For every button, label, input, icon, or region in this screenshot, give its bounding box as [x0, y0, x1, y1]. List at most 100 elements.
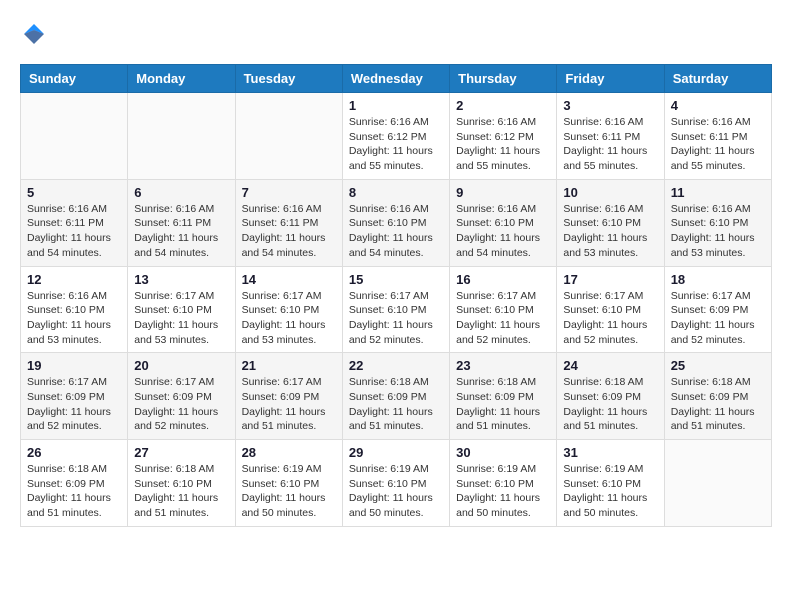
calendar-cell: 29 Sunrise: 6:19 AMSunset: 6:10 PMDayligh… — [342, 440, 449, 527]
calendar-cell: 8 Sunrise: 6:16 AMSunset: 6:10 PMDaylight… — [342, 179, 449, 266]
day-number: 10 — [563, 185, 657, 200]
day-number: 13 — [134, 272, 228, 287]
day-info: Sunrise: 6:16 AMSunset: 6:10 PMDaylight:… — [671, 202, 765, 261]
day-info: Sunrise: 6:17 AMSunset: 6:10 PMDaylight:… — [242, 289, 336, 348]
day-number: 7 — [242, 185, 336, 200]
day-number: 11 — [671, 185, 765, 200]
weekday-header-row: SundayMondayTuesdayWednesdayThursdayFrid… — [21, 65, 772, 93]
calendar-week-row: 1Sunrise: 6:16 AMSunset: 6:12 PMDaylight… — [21, 93, 772, 180]
day-info: Sunrise: 6:16 AMSunset: 6:11 PMDaylight:… — [563, 115, 657, 174]
calendar-cell — [664, 440, 771, 527]
day-info: Sunrise: 6:16 AMSunset: 6:12 PMDaylight:… — [349, 115, 443, 174]
calendar-cell: 17 Sunrise: 6:17 AMSunset: 6:10 PMDayligh… — [557, 266, 664, 353]
day-number: 8 — [349, 185, 443, 200]
day-info: Sunrise: 6:16 AMSunset: 6:11 PMDaylight:… — [134, 202, 228, 261]
day-info: Sunrise: 6:16 AMSunset: 6:10 PMDaylight:… — [563, 202, 657, 261]
day-info: Sunrise: 6:18 AMSunset: 6:09 PMDaylight:… — [349, 375, 443, 434]
day-number: 28 — [242, 445, 336, 460]
calendar-cell: 21Sunrise: 6:17 AMSunset: 6:09 PMDayligh… — [235, 353, 342, 440]
day-number: 15 — [349, 272, 443, 287]
day-number: 5 — [27, 185, 121, 200]
day-number: 21 — [242, 358, 336, 373]
day-info: Sunrise: 6:18 AMSunset: 6:09 PMDaylight:… — [27, 462, 121, 521]
calendar-cell: 16Sunrise: 6:17 AMSunset: 6:10 PMDayligh… — [450, 266, 557, 353]
calendar-cell — [128, 93, 235, 180]
day-info: Sunrise: 6:16 AMSunset: 6:11 PMDaylight:… — [242, 202, 336, 261]
day-number: 19 — [27, 358, 121, 373]
day-info: Sunrise: 6:17 AMSunset: 6:10 PMDaylight:… — [456, 289, 550, 348]
day-info: Sunrise: 6:19 AMSunset: 6:10 PMDaylight:… — [242, 462, 336, 521]
day-number: 6 — [134, 185, 228, 200]
weekday-header: Sunday — [21, 65, 128, 93]
calendar-cell: 13 Sunrise: 6:17 AMSunset: 6:10 PMDayligh… — [128, 266, 235, 353]
day-info: Sunrise: 6:17 AMSunset: 6:10 PMDaylight:… — [563, 289, 657, 348]
day-number: 31 — [563, 445, 657, 460]
day-number: 20 — [134, 358, 228, 373]
calendar-cell: 5 Sunrise: 6:16 AMSunset: 6:11 PMDaylight… — [21, 179, 128, 266]
calendar-cell: 12 Sunrise: 6:16 AMSunset: 6:10 PMDayligh… — [21, 266, 128, 353]
calendar-week-row: 26 Sunrise: 6:18 AMSunset: 6:09 PMDayligh… — [21, 440, 772, 527]
day-info: Sunrise: 6:17 AMSunset: 6:09 PMDaylight:… — [671, 289, 765, 348]
day-info: Sunrise: 6:16 AMSunset: 6:11 PMDaylight:… — [27, 202, 121, 261]
day-info: Sunrise: 6:18 AMSunset: 6:09 PMDaylight:… — [563, 375, 657, 434]
calendar-cell: 20 Sunrise: 6:17 AMSunset: 6:09 PMDayligh… — [128, 353, 235, 440]
calendar-cell: 4 Sunrise: 6:16 AMSunset: 6:11 PMDaylight… — [664, 93, 771, 180]
day-info: Sunrise: 6:19 AMSunset: 6:10 PMDaylight:… — [456, 462, 550, 521]
weekday-header: Tuesday — [235, 65, 342, 93]
page-header — [20, 20, 772, 48]
day-number: 4 — [671, 98, 765, 113]
day-info: Sunrise: 6:16 AMSunset: 6:10 PMDaylight:… — [27, 289, 121, 348]
calendar-cell: 6 Sunrise: 6:16 AMSunset: 6:11 PMDaylight… — [128, 179, 235, 266]
calendar-cell: 2 Sunrise: 6:16 AMSunset: 6:12 PMDaylight… — [450, 93, 557, 180]
calendar-week-row: 5 Sunrise: 6:16 AMSunset: 6:11 PMDaylight… — [21, 179, 772, 266]
calendar-cell: 7 Sunrise: 6:16 AMSunset: 6:11 PMDaylight… — [235, 179, 342, 266]
weekday-header: Monday — [128, 65, 235, 93]
calendar-cell: 11 Sunrise: 6:16 AMSunset: 6:10 PMDayligh… — [664, 179, 771, 266]
day-info: Sunrise: 6:16 AMSunset: 6:10 PMDaylight:… — [349, 202, 443, 261]
day-info: Sunrise: 6:17 AMSunset: 6:10 PMDaylight:… — [134, 289, 228, 348]
calendar-cell: 15 Sunrise: 6:17 AMSunset: 6:10 PMDayligh… — [342, 266, 449, 353]
day-info: Sunrise: 6:18 AMSunset: 6:09 PMDaylight:… — [671, 375, 765, 434]
day-number: 30 — [456, 445, 550, 460]
day-number: 29 — [349, 445, 443, 460]
day-number: 26 — [27, 445, 121, 460]
day-number: 2 — [456, 98, 550, 113]
calendar-cell: 3Sunrise: 6:16 AMSunset: 6:11 PMDaylight… — [557, 93, 664, 180]
day-number: 18 — [671, 272, 765, 287]
day-number: 14 — [242, 272, 336, 287]
day-info: Sunrise: 6:19 AMSunset: 6:10 PMDaylight:… — [563, 462, 657, 521]
calendar-cell: 10 Sunrise: 6:16 AMSunset: 6:10 PMDayligh… — [557, 179, 664, 266]
day-number: 17 — [563, 272, 657, 287]
calendar-cell: 31 Sunrise: 6:19 AMSunset: 6:10 PMDayligh… — [557, 440, 664, 527]
calendar-cell: 23 Sunrise: 6:18 AMSunset: 6:09 PMDayligh… — [450, 353, 557, 440]
calendar-cell: 25Sunrise: 6:18 AMSunset: 6:09 PMDayligh… — [664, 353, 771, 440]
weekday-header: Thursday — [450, 65, 557, 93]
calendar-cell: 26 Sunrise: 6:18 AMSunset: 6:09 PMDayligh… — [21, 440, 128, 527]
calendar-cell: 19 Sunrise: 6:17 AMSunset: 6:09 PMDayligh… — [21, 353, 128, 440]
calendar-table: SundayMondayTuesdayWednesdayThursdayFrid… — [20, 64, 772, 527]
day-number: 27 — [134, 445, 228, 460]
day-info: Sunrise: 6:17 AMSunset: 6:09 PMDaylight:… — [134, 375, 228, 434]
day-number: 24 — [563, 358, 657, 373]
day-number: 23 — [456, 358, 550, 373]
calendar-cell: 18 Sunrise: 6:17 AMSunset: 6:09 PMDayligh… — [664, 266, 771, 353]
weekday-header: Wednesday — [342, 65, 449, 93]
day-info: Sunrise: 6:17 AMSunset: 6:10 PMDaylight:… — [349, 289, 443, 348]
calendar-cell: 24 Sunrise: 6:18 AMSunset: 6:09 PMDayligh… — [557, 353, 664, 440]
day-info: Sunrise: 6:16 AMSunset: 6:10 PMDaylight:… — [456, 202, 550, 261]
calendar-cell: 30 Sunrise: 6:19 AMSunset: 6:10 PMDayligh… — [450, 440, 557, 527]
day-info: Sunrise: 6:16 AMSunset: 6:12 PMDaylight:… — [456, 115, 550, 174]
calendar-cell — [21, 93, 128, 180]
day-info: Sunrise: 6:17 AMSunset: 6:09 PMDaylight:… — [27, 375, 121, 434]
day-number: 9 — [456, 185, 550, 200]
day-info: Sunrise: 6:18 AMSunset: 6:09 PMDaylight:… — [456, 375, 550, 434]
day-info: Sunrise: 6:19 AMSunset: 6:10 PMDaylight:… — [349, 462, 443, 521]
day-info: Sunrise: 6:16 AMSunset: 6:11 PMDaylight:… — [671, 115, 765, 174]
calendar-cell: 28 Sunrise: 6:19 AMSunset: 6:10 PMDayligh… — [235, 440, 342, 527]
day-number: 12 — [27, 272, 121, 287]
weekday-header: Friday — [557, 65, 664, 93]
logo-icon — [20, 20, 48, 48]
calendar-cell: 14 Sunrise: 6:17 AMSunset: 6:10 PMDayligh… — [235, 266, 342, 353]
day-number: 22 — [349, 358, 443, 373]
calendar-cell: 9 Sunrise: 6:16 AMSunset: 6:10 PMDaylight… — [450, 179, 557, 266]
